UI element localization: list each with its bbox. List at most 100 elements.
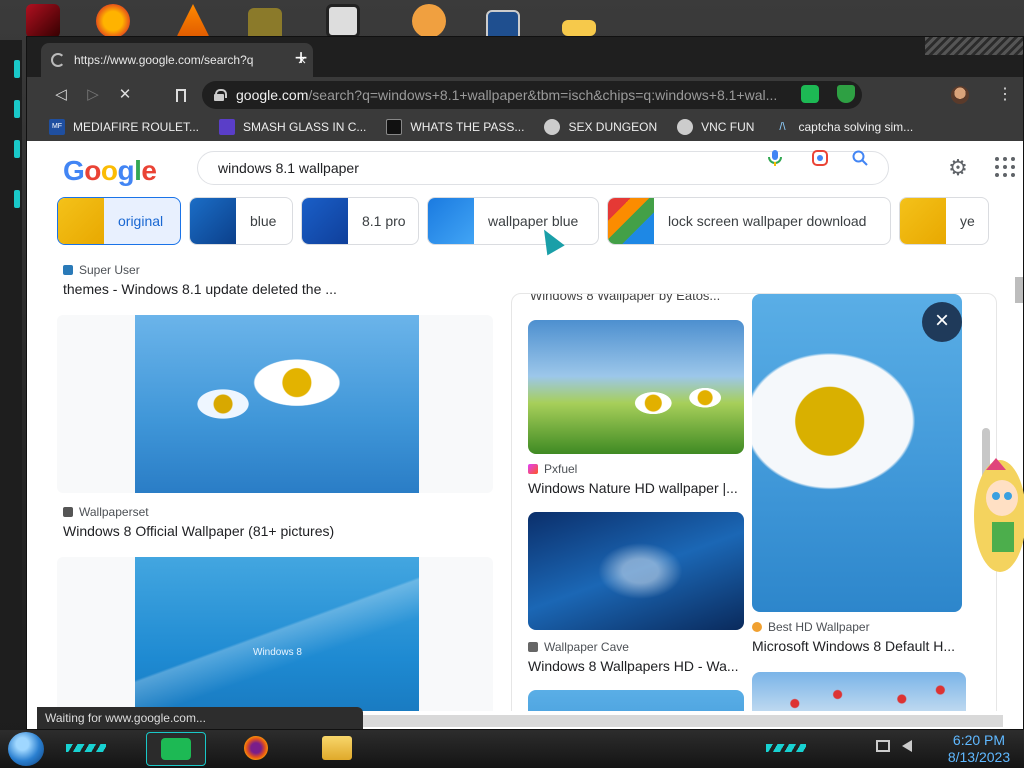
bookmark-item[interactable]: SMASH GLASS IN C... [219,119,366,135]
result-source: Best HD Wallpaper [752,620,870,634]
chip-original[interactable]: original [57,197,181,245]
preview-panel: Windows 8 Wallpaper by Eatos... Pxfuel W… [511,293,997,711]
chip-label: ye [960,213,975,229]
google-images-page: Google windows 8.1 wallpaper ⚙ original … [37,141,1023,711]
result-source: Wallpaperset [63,505,149,519]
gear-site-icon [544,119,561,135]
panel-top-caption[interactable]: Windows 8 Wallpaper by Eatos... [530,294,740,303]
chip-label: lock screen wallpaper download [668,213,867,229]
extension-shield-icon[interactable] [837,85,855,103]
user-desktop-icon[interactable] [412,4,446,38]
window-corner-decoration [925,37,1023,55]
clock-time: 6:20 PM [952,732,1006,748]
taskbar-decoration [766,744,806,752]
chip-label: wallpaper blue [488,213,579,229]
chip-thumbnail [190,198,236,244]
horizontal-scrollbar[interactable] [363,715,1003,727]
google-apps-grid-icon[interactable] [995,157,1015,177]
extension-chat-icon[interactable] [801,85,819,103]
chip-label: original [118,213,164,229]
forward-button[interactable]: ▷ [81,83,105,107]
folder-desktop-icon[interactable] [562,20,596,36]
browser-window: https://www.google.com/search?q × + ◁ ▷ … [26,36,1024,730]
bookmark-item[interactable]: VNC FUN [677,119,754,135]
bookmark-item[interactable]: MF MEDIAFIRE ROULET... [49,119,199,135]
desktop-app-icon-1[interactable] [26,4,60,38]
result-title[interactable]: Windows 8 Official Wallpaper (81+ pictur… [63,523,483,539]
flowers-wallpaper-thumbnail[interactable] [752,672,966,711]
search-input[interactable]: windows 8.1 wallpaper [197,151,889,185]
taskbar-spotify-app[interactable] [146,732,206,766]
chip-thumbnail [302,198,348,244]
chip-thumbnail [900,198,946,244]
close-preview-button[interactable]: × [922,302,962,342]
bookmark-label: captcha solving sim... [798,120,914,134]
daisy-wallpaper-image[interactable] [135,315,419,493]
chip-lock-screen-wallpaper-download[interactable]: lock screen wallpaper download [607,197,891,245]
start-orb-button[interactable] [8,732,44,766]
firefox-taskbar-icon[interactable] [244,736,268,760]
chip-label: 8.1 pro [362,213,406,229]
result-source: Super User [63,263,140,277]
taskbar-clock[interactable]: 6:20 PM 8/13/2023 [936,730,1022,768]
daisy-wallpaper-thumbnail[interactable] [528,690,744,711]
image-favicon [63,507,73,517]
besthd-favicon [752,622,762,632]
search-query: windows 8.1 wallpaper [218,160,359,176]
volume-icon[interactable] [901,740,912,752]
result-title[interactable]: Windows 8 Wallpapers HD - Wa... [528,658,744,674]
google-logo[interactable]: Google [63,155,157,187]
bookmark-page-icon[interactable] [169,83,193,107]
lock-site-icon [386,119,403,135]
taskbar-decoration [66,744,106,752]
bookmark-label: MEDIAFIRE ROULET... [73,120,200,134]
result-image-card[interactable] [57,315,493,493]
windows-blue-wallpaper-image[interactable] [528,512,744,630]
search-icon[interactable] [851,149,869,167]
windows-8-caption: Windows 8 [253,647,302,658]
nature-wallpaper-image[interactable] [528,320,744,454]
result-title[interactable]: Microsoft Windows 8 Default H... [752,638,966,654]
stop-loading-button[interactable]: ✕ [113,83,137,107]
address-bar[interactable]: google.com/search?q=windows+8.1+wallpape… [202,81,862,109]
address-path: /search?q=windows+8.1+wallpaper&tbm=isch… [308,87,778,103]
bookmark-label: WHATS THE PASS... [410,120,525,134]
windows-8-wallpaper-image[interactable]: Windows 8 [135,557,419,711]
browser-menu-button[interactable]: ⋮ [993,83,1017,107]
chip-thumbnail [428,198,474,244]
mediafire-icon: MF [49,119,65,135]
bookmark-item[interactable]: /\ captcha solving sim... [774,119,913,135]
lock-icon [214,89,227,101]
file-explorer-taskbar-icon[interactable] [322,736,352,760]
result-title[interactable]: themes - Windows 8.1 update deleted the … [63,281,483,297]
chip-8-1-pro[interactable]: 8.1 pro [301,197,419,245]
desktop-app-icon-5[interactable] [326,4,360,38]
gear-site-icon [677,119,694,135]
status-bar: Waiting for www.google.com... [37,707,363,729]
vlc-desktop-icon[interactable] [176,4,210,38]
bookmark-label: SEX DUNGEON [568,120,658,134]
result-image-card[interactable]: Windows 8 [57,557,493,711]
microphone-icon[interactable] [766,149,784,167]
chip-wallpaper-blue[interactable]: wallpaper blue [427,197,599,245]
browser-tab[interactable]: https://www.google.com/search?q × [41,43,313,77]
page-scrollbar-thumb[interactable] [1015,277,1023,303]
back-button[interactable]: ◁ [49,83,73,107]
network-icon[interactable] [876,740,890,752]
loading-spinner-icon [51,53,65,67]
desktop-left-strip [0,40,22,720]
result-title[interactable]: Windows Nature HD wallpaper |... [528,480,744,496]
profile-avatar-icon[interactable] [951,86,969,104]
settings-gear-icon[interactable]: ⚙ [947,157,969,179]
new-tab-button[interactable]: + [289,47,313,71]
bookmark-label: VNC FUN [701,120,755,134]
bookmark-item[interactable]: WHATS THE PASS... [386,119,524,135]
chip-yellow[interactable]: ye [899,197,989,245]
chip-blue[interactable]: blue [189,197,293,245]
bookmark-item[interactable]: SEX DUNGEON [544,119,657,135]
result-source: Wallpaper Cave [528,640,629,654]
selected-daisy-wallpaper-preview[interactable] [752,294,962,612]
result-source: Pxfuel [528,462,577,476]
firefox-desktop-icon[interactable] [96,4,130,38]
lens-camera-icon[interactable] [811,149,829,167]
